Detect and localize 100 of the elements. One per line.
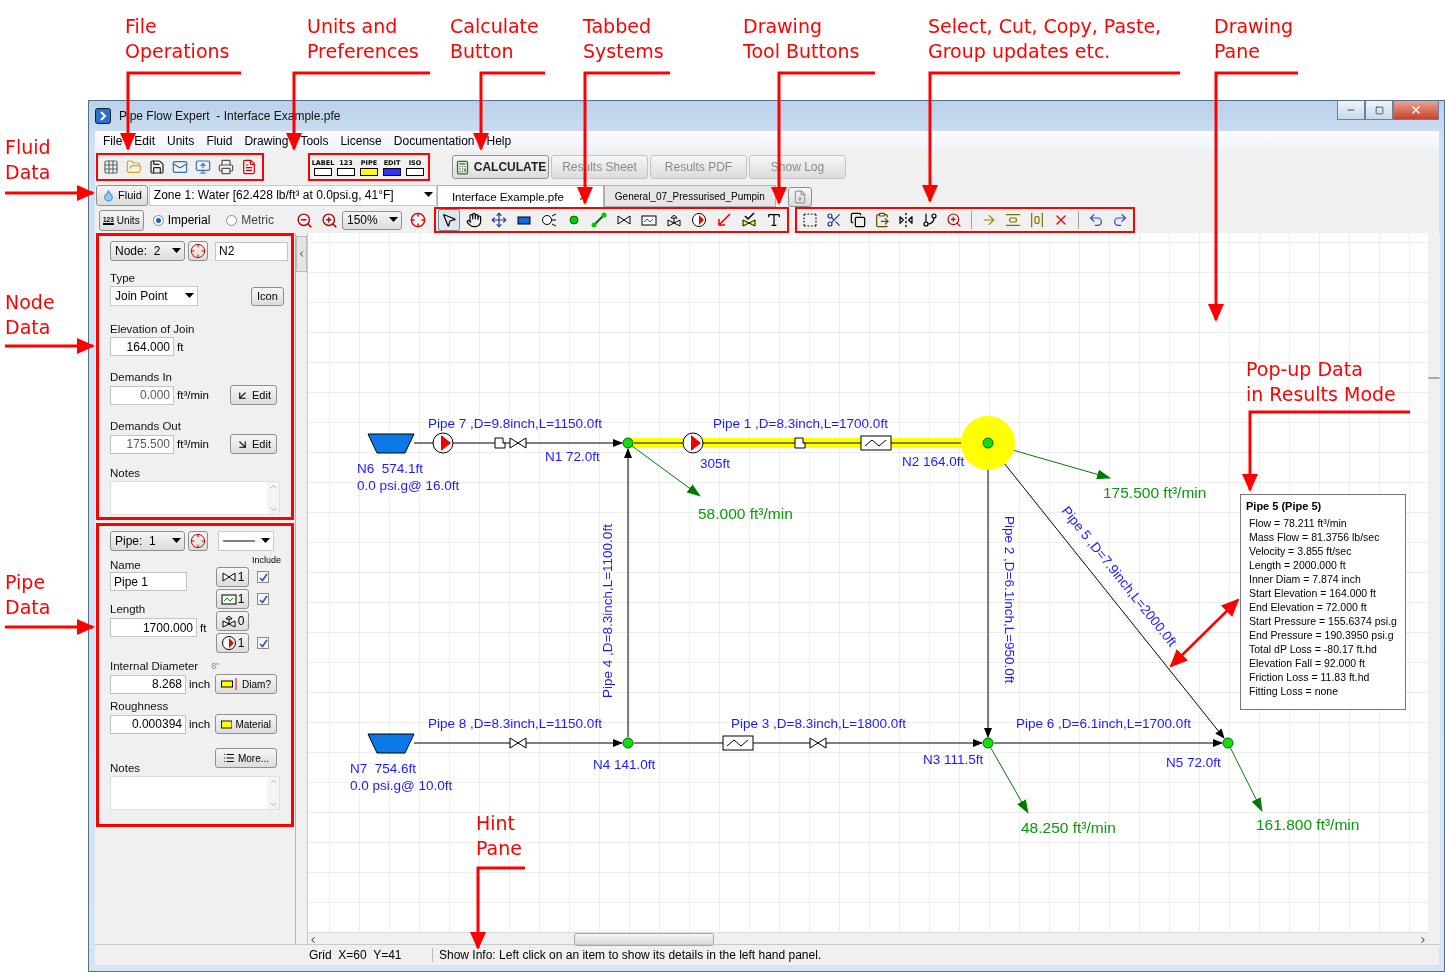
popup-line: Start Pressure = 155.6374 psi.g — [1248, 614, 1398, 628]
node-label: N4 141.0ft — [593, 757, 656, 772]
hint-text: Show Info: Left click on an item to show its details in the left hand panel. — [438, 948, 822, 962]
node-name-field[interactable]: N2 — [215, 241, 288, 261]
print-icon — [218, 159, 234, 175]
edit-button[interactable]: Edit — [230, 434, 277, 454]
notes-field[interactable] — [110, 481, 280, 515]
annotation-label: Drawing Pane — [1214, 14, 1293, 64]
move-icon — [491, 212, 507, 228]
value-field[interactable]: 0.000 — [110, 385, 174, 405]
edit-button[interactable]: Edit — [230, 385, 277, 405]
crosshair-icon[interactable] — [410, 212, 426, 228]
unit-label: inch — [189, 718, 211, 730]
value-field[interactable]: 175.500 — [110, 434, 174, 454]
locate-button[interactable] — [188, 241, 208, 261]
locate-button[interactable] — [188, 531, 208, 551]
pipe-label: Pipe 1 ,D=8.3inch,L=1700.0ft — [713, 416, 888, 431]
pipe-selector[interactable]: Pipe: 1 — [110, 531, 185, 551]
maximize-button[interactable] — [1365, 101, 1393, 120]
node-label: N1 72.0ft — [545, 449, 600, 464]
field-label: Demands Out — [110, 420, 182, 432]
icon-button[interactable]: Icon — [251, 286, 284, 306]
length-field[interactable]: 1700.000 — [110, 618, 197, 637]
unit-system-radio[interactable]: Metric — [226, 213, 274, 227]
line-style-select[interactable] — [218, 531, 274, 551]
fitting-count-button[interactable]: 1 — [216, 589, 249, 609]
folder-icon — [126, 159, 142, 175]
menu-item[interactable]: Drawing — [238, 134, 295, 148]
drawing-tool-button[interactable] — [438, 209, 460, 231]
notes-field[interactable] — [110, 776, 280, 810]
demand-label: 175.500 ft³/min — [1103, 484, 1207, 501]
zoom-select[interactable]: 150% — [342, 210, 402, 230]
file-tab[interactable]: Interface Example.pfe — [436, 185, 604, 207]
menu-item[interactable]: Help — [480, 134, 518, 148]
distribute-icon — [1029, 212, 1045, 228]
popup-line: Length = 2000.000 ft — [1248, 558, 1347, 572]
diameter-field[interactable]: 8.268 — [110, 674, 186, 694]
caret-icon — [185, 293, 194, 299]
calculate-button[interactable]: CALCULATE — [452, 155, 549, 179]
diameter-button[interactable]: Diam? — [215, 674, 277, 694]
fitting-count-button[interactable]: 1 — [216, 633, 249, 653]
pipe-icon — [591, 212, 607, 228]
annotation-label: Pop-up Data in Results Mode — [1246, 357, 1396, 407]
pipe-label: Pipe 3 ,D=8.3inch,L=1800.0ft — [731, 716, 906, 731]
popup-line: Friction Loss = 11.83 ft.hd — [1248, 670, 1371, 684]
include-checkbox[interactable] — [257, 637, 269, 649]
menu-item[interactable]: Units — [161, 134, 201, 148]
popup-line: Velocity = 3.855 ft/sec — [1248, 544, 1353, 558]
annotation-label: Hint Pane — [476, 811, 522, 861]
scrollbar-thumb[interactable] — [1428, 377, 1440, 379]
zoom-out-icon[interactable] — [296, 211, 313, 229]
include-checkbox[interactable] — [257, 571, 269, 583]
selection-icon — [802, 212, 818, 228]
more-button[interactable]: More... — [215, 748, 277, 768]
pdf-icon — [241, 159, 257, 175]
fitting-count-button[interactable]: 1 — [216, 567, 249, 587]
roughness-field[interactable]: 0.000394 — [110, 714, 186, 734]
popup-line: Total dP Loss = -80.17 ft.hd — [1248, 642, 1378, 656]
include-checkbox[interactable] — [257, 593, 269, 605]
fluid-button[interactable]: Fluid — [96, 184, 148, 206]
popup-line: Fitting Loss = none — [1248, 684, 1339, 698]
menu-item[interactable]: License — [334, 134, 388, 148]
minimize-button[interactable] — [1337, 101, 1365, 120]
field-label: Name — [110, 559, 142, 571]
field-label: Type — [110, 272, 136, 284]
control-valve-icon — [666, 212, 682, 228]
scroll-left-icon[interactable] — [308, 934, 318, 945]
popup-line: Start Elevation = 164.000 ft — [1248, 586, 1377, 600]
node-type-select[interactable]: Join Point — [110, 286, 198, 306]
annotation-label: Drawing Tool Buttons — [743, 14, 860, 64]
crosshair-icon — [190, 533, 206, 549]
value-field[interactable]: 164.000 — [110, 337, 174, 356]
caret-icon — [261, 538, 270, 544]
pipe-name-field[interactable]: Pipe 1 — [110, 572, 187, 591]
node-label: N2 164.0ft — [902, 454, 965, 469]
scroll-right-icon[interactable] — [1418, 934, 1428, 945]
scrollbar-thumb[interactable] — [574, 933, 714, 946]
close-button[interactable] — [1393, 101, 1439, 120]
node-selector[interactable]: Node: 2 — [110, 241, 185, 261]
file-tab[interactable]: General_07_Pressurised_Pumpin — [603, 185, 776, 207]
scroll-down-icon — [268, 800, 278, 809]
filter-icon — [220, 591, 237, 607]
menu-item[interactable]: Documentation — [387, 134, 481, 148]
scroll-down-icon — [268, 505, 278, 514]
new-file-icon — [792, 190, 807, 204]
field-label: Roughness — [110, 700, 170, 712]
menu-item[interactable]: Edit — [128, 134, 162, 148]
diameter-icon — [221, 678, 240, 690]
scroll-up-icon — [268, 777, 278, 786]
zoom-in-icon[interactable] — [321, 211, 338, 229]
fitting-count-button[interactable]: 0 — [216, 611, 249, 631]
fluid-zone-select[interactable]: Zone 1: Water [62.428 lb/ft³ at 0.0psi.g, 41°F] — [148, 184, 437, 206]
unit-system-radio[interactable]: Imperial — [152, 213, 211, 227]
menu-item[interactable]: Fluid — [200, 134, 239, 148]
menu-item[interactable]: Tools — [294, 134, 335, 148]
menu-item[interactable]: File — [97, 134, 129, 148]
radio-dot[interactable] — [226, 214, 238, 226]
radio-dot[interactable] — [152, 214, 164, 226]
material-button[interactable]: Material — [215, 714, 277, 734]
cut-icon — [826, 212, 842, 228]
